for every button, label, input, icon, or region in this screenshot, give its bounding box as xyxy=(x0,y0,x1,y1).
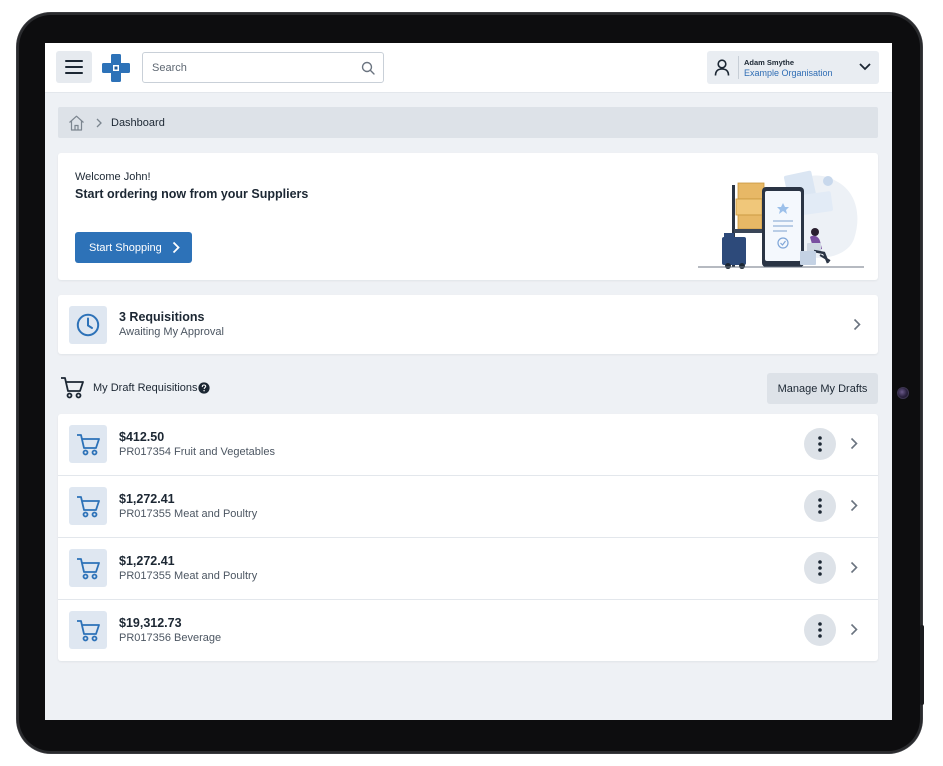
requisitions-subtitle: Awaiting My Approval xyxy=(119,326,224,338)
draft-open-chevron[interactable] xyxy=(850,499,858,512)
draft-row[interactable]: $19,312.73 PR017356 Beverage xyxy=(58,600,878,662)
cart-icon xyxy=(77,557,100,579)
breadcrumb-separator xyxy=(96,118,102,128)
draft-description: PR017355 Meat and Poultry xyxy=(119,570,258,582)
requisitions-card[interactable]: 3 Requisitions Awaiting My Approval xyxy=(58,295,878,354)
breadcrumb-home[interactable] xyxy=(68,115,85,131)
draft-description: PR017356 Beverage xyxy=(119,632,222,644)
welcome-headline: Start ordering now from your Suppliers xyxy=(75,187,309,201)
drafts-heading: My Draft Requisitions xyxy=(93,382,198,394)
user-menu[interactable]: Adam Smythe Example Organisation xyxy=(707,51,879,84)
chevron-right-icon xyxy=(853,318,861,331)
start-shopping-label: Start Shopping xyxy=(89,241,162,254)
draft-amount: $1,272.41 xyxy=(119,492,175,506)
draft-open-chevron[interactable] xyxy=(850,623,858,636)
start-shopping-button[interactable]: Start Shopping xyxy=(75,232,192,263)
chevron-right-icon xyxy=(850,499,858,512)
chevron-right-icon xyxy=(172,241,180,254)
search-icon[interactable] xyxy=(361,61,375,75)
draft-options-button[interactable] xyxy=(804,614,836,646)
help-icon[interactable] xyxy=(198,382,210,394)
draft-options-button[interactable] xyxy=(804,428,836,460)
user-divider xyxy=(738,56,739,79)
requisitions-title: 3 Requisitions xyxy=(119,310,205,324)
manage-drafts-button[interactable]: Manage My Drafts xyxy=(767,373,878,404)
welcome-card: Welcome John! Start ordering now from yo… xyxy=(58,153,878,280)
requisitions-icon-tile xyxy=(69,306,107,344)
draft-amount: $412.50 xyxy=(119,430,165,444)
top-bar: Adam Smythe Example Organisation xyxy=(45,43,892,93)
chevron-right-icon xyxy=(850,623,858,636)
tablet-camera xyxy=(897,387,909,399)
more-vertical-icon xyxy=(818,436,822,452)
chevron-right-icon xyxy=(850,561,858,574)
more-vertical-icon xyxy=(818,498,822,514)
cart-icon xyxy=(77,495,100,517)
home-icon xyxy=(69,115,84,131)
draft-row[interactable]: $412.50 PR017354 Fruit and Vegetables xyxy=(58,414,878,476)
draft-description: PR017354 Fruit and Vegetables xyxy=(119,446,275,458)
draft-options-button[interactable] xyxy=(804,552,836,584)
draft-icon-tile xyxy=(69,487,107,525)
draft-amount: $19,312.73 xyxy=(119,616,182,630)
drafts-header: My Draft Requisitions Manage My Drafts xyxy=(58,373,878,405)
requisitions-chevron[interactable] xyxy=(853,318,861,331)
draft-row[interactable]: $1,272.41 PR017355 Meat and Poultry xyxy=(58,476,878,538)
user-icon xyxy=(714,59,730,76)
app-screen: Adam Smythe Example Organisation Dashboa… xyxy=(45,43,892,720)
cart-icon xyxy=(61,377,84,399)
draft-icon-tile xyxy=(69,611,107,649)
draft-options-button[interactable] xyxy=(804,490,836,522)
draft-row[interactable]: $1,272.41 PR017355 Meat and Poultry xyxy=(58,538,878,600)
draft-icon-tile xyxy=(69,425,107,463)
chevron-down-icon[interactable] xyxy=(859,63,871,71)
hamburger-icon xyxy=(65,60,83,74)
draft-description: PR017355 Meat and Poultry xyxy=(119,508,258,520)
menu-button[interactable] xyxy=(56,51,92,83)
welcome-greeting: Welcome John! xyxy=(75,171,151,183)
breadcrumb: Dashboard xyxy=(58,107,878,138)
tablet-side-button xyxy=(920,625,924,705)
user-organisation: Example Organisation xyxy=(744,68,833,78)
search-input[interactable] xyxy=(143,53,343,82)
draft-icon-tile xyxy=(69,549,107,587)
drafts-list: $412.50 PR017354 Fruit and Vegetables $1… xyxy=(58,414,878,661)
chevron-right-icon xyxy=(96,118,102,127)
more-vertical-icon xyxy=(818,560,822,576)
user-name: Adam Smythe xyxy=(744,58,795,67)
warehouse-illustration xyxy=(698,170,864,269)
more-vertical-icon xyxy=(818,622,822,638)
chevron-right-icon xyxy=(850,437,858,450)
cart-icon xyxy=(77,619,100,641)
draft-open-chevron[interactable] xyxy=(850,561,858,574)
draft-open-chevron[interactable] xyxy=(850,437,858,450)
brand-logo[interactable] xyxy=(102,54,130,82)
breadcrumb-current: Dashboard xyxy=(111,116,165,129)
cart-icon xyxy=(77,433,100,455)
draft-amount: $1,272.41 xyxy=(119,554,175,568)
search-box xyxy=(142,52,384,83)
clock-icon xyxy=(76,313,100,337)
